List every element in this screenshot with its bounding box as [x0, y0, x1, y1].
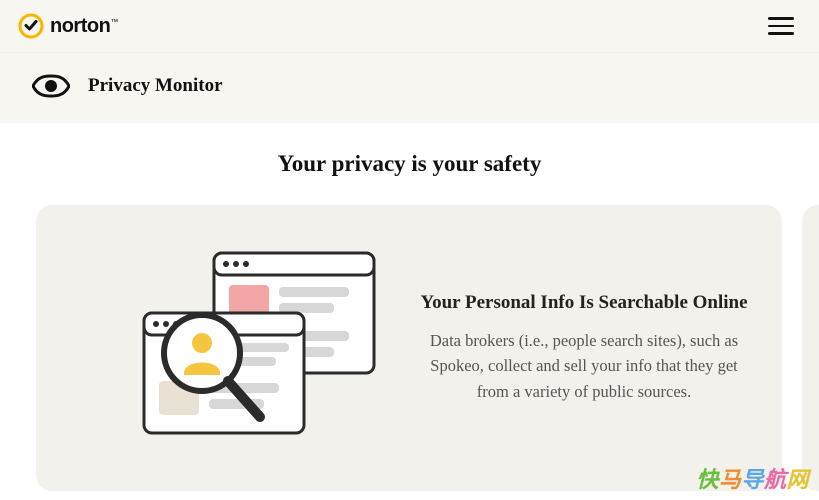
menu-icon [768, 17, 794, 20]
brand-logo[interactable]: norton™ [18, 13, 118, 39]
card-body: Data brokers (i.e., people search sites)… [414, 328, 754, 405]
card-copy: Your Personal Info Is Searchable Online … [404, 292, 754, 405]
menu-button[interactable] [761, 6, 801, 46]
info-card: Your Personal Info Is Searchable Online … [36, 205, 782, 491]
norton-check-icon [18, 13, 44, 39]
card-title: Your Personal Info Is Searchable Online [414, 292, 754, 314]
tagline: Your privacy is your safety [0, 151, 819, 177]
main-content: Your privacy is your safety [0, 123, 819, 491]
cards-track: Your Personal Info Is Searchable Online … [36, 205, 819, 491]
page-title: Privacy Monitor [88, 75, 223, 97]
info-card-next [802, 205, 819, 491]
search-windows-person-icon [64, 243, 404, 453]
top-nav: norton™ [0, 0, 819, 52]
brand-name: norton™ [50, 15, 118, 38]
cards-carousel[interactable]: Your Personal Info Is Searchable Online … [0, 205, 819, 491]
eye-icon [32, 67, 70, 105]
page-subheader: Privacy Monitor [0, 52, 819, 123]
